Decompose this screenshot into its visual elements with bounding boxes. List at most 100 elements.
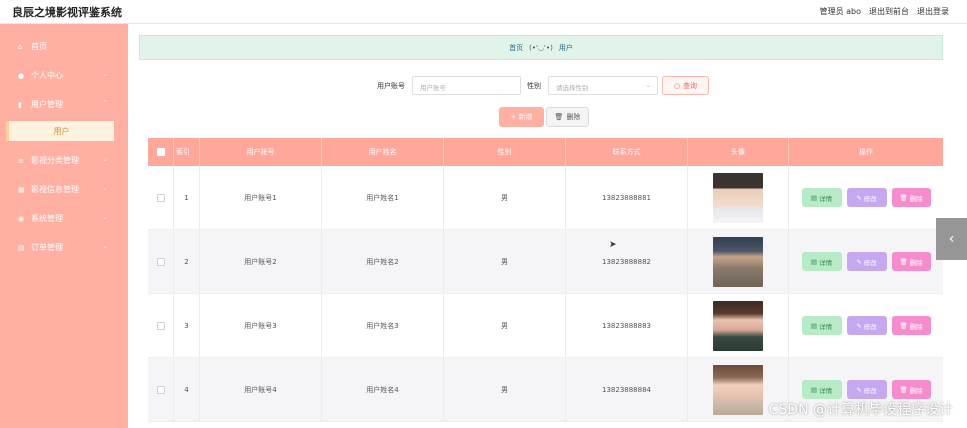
delete-label: 删除	[909, 322, 923, 331]
column-header-index[interactable]: 索引	[174, 138, 200, 166]
sidebar-item-orders[interactable]: ▤ 订单管理 ⌄	[0, 233, 128, 262]
delete-label: 删除	[909, 386, 923, 395]
table-header: 索引 用户账号 用户姓名 性别 联系方式 头像 操作	[148, 138, 943, 166]
delete-button[interactable]: 🗑 删除	[891, 252, 931, 271]
add-button-label: + 新增	[510, 113, 533, 121]
search-icon: ○	[673, 81, 681, 90]
column-header-gender[interactable]: 性别	[444, 138, 566, 166]
header-checkbox-cell	[148, 138, 174, 166]
cell-actions: ▤ 详情 ✎ 修改 🗑 删除	[789, 230, 943, 293]
cell-index: 3	[174, 294, 200, 357]
pencil-icon: ✎	[856, 193, 862, 202]
search-bar: 用户账号 用户账号 性别 请选择性别 ⌄ ○ 查询	[128, 74, 967, 96]
sidebar-item-system[interactable]: ◉ 系统管理 ⌄	[0, 204, 128, 233]
avatar[interactable]	[713, 172, 763, 223]
gender-select[interactable]: 请选择性别 ⌄	[548, 76, 658, 95]
detail-button[interactable]: ▤ 详情	[801, 188, 842, 207]
edit-label: 修改	[863, 258, 877, 267]
logout-link[interactable]: 退出登录	[917, 6, 949, 17]
edit-button[interactable]: ✎ 修改	[846, 380, 887, 399]
cell-phone: 13823888881	[566, 166, 688, 229]
sidebar-item-profile[interactable]: ● 个人中心 ⌄	[0, 61, 128, 90]
document-icon: ▤	[810, 385, 818, 394]
edit-button[interactable]: ✎ 修改	[846, 252, 887, 271]
pencil-icon: ✎	[856, 257, 862, 266]
location-icon: ◉	[18, 214, 25, 223]
delete-button[interactable]: 🗑 删除	[891, 188, 931, 207]
sidebar-item-movie-categories[interactable]: ≡ 影视分类管理 ⌄	[0, 146, 128, 175]
main-content: 首页 (•'◡'•) 用户 用户账号 用户账号 性别 请选择性别 ⌄ ○ 查询 …	[128, 24, 967, 428]
column-header-phone[interactable]: 联系方式	[566, 138, 688, 166]
delete-button[interactable]: 🗑 删除	[891, 316, 931, 335]
sidebar-item-label: 首页	[31, 42, 47, 51]
cell-avatar	[688, 294, 789, 357]
cell-phone: 13823888882	[566, 230, 688, 293]
detail-button[interactable]: ▤ 详情	[801, 252, 842, 271]
table-row: 1 用户账号1 用户姓名1 男 13823888881 ▤ 详情 ✎ 修改 🗑 删除	[148, 166, 943, 230]
search-button-label: 查询	[683, 81, 698, 90]
edit-label: 修改	[863, 386, 877, 395]
avatar[interactable]	[713, 364, 763, 415]
row-checkbox[interactable]	[156, 385, 165, 394]
cell-phone: 13823888883	[566, 294, 688, 357]
cell-actions: ▤ 详情 ✎ 修改 🗑 删除	[789, 294, 943, 357]
detail-button[interactable]: ▤ 详情	[801, 380, 842, 399]
edit-button[interactable]: ✎ 修改	[846, 316, 887, 335]
sidebar-item-home[interactable]: ⌂ 首页	[0, 32, 128, 61]
mouse-cursor-icon: ➤	[609, 240, 617, 250]
cell-index: 1	[174, 166, 200, 229]
bar-chart-icon: ▮	[18, 100, 22, 109]
trash-icon: 🗑	[899, 385, 908, 394]
gender-select-placeholder: 请选择性别	[556, 84, 589, 92]
sidebar-item-label: 个人中心	[31, 71, 63, 80]
column-header-account[interactable]: 用户账号	[200, 138, 322, 166]
breadcrumb-current: 用户	[558, 43, 573, 52]
sidebar-item-movie-info[interactable]: ▦ 影视信息管理 ⌄	[0, 175, 128, 204]
edit-button[interactable]: ✎ 修改	[846, 188, 887, 207]
column-header-avatar[interactable]: 头像	[688, 138, 789, 166]
column-header-actions: 操作	[859, 148, 873, 156]
row-checkbox[interactable]	[156, 193, 165, 202]
chevron-up-icon: ⌃	[102, 99, 108, 107]
cell-name: 用户姓名1	[322, 166, 444, 229]
document-icon: ▤	[810, 193, 818, 202]
chevron-down-icon: ⌄	[102, 155, 108, 163]
breadcrumb-face: (•'◡'•)	[529, 43, 553, 52]
delete-button[interactable]: 🗑 删除	[891, 380, 931, 399]
cell-gender: 男	[444, 294, 566, 357]
detail-label: 详情	[819, 194, 833, 203]
breadcrumb-home[interactable]: 首页	[509, 43, 523, 53]
sidebar-subitem-users[interactable]: 用户	[6, 121, 114, 141]
add-button[interactable]: + 新增	[499, 107, 544, 127]
avatar[interactable]	[713, 236, 763, 287]
app-title: 良辰之境影视评鉴系统	[12, 6, 122, 19]
sidebar-item-label: 影视分类管理	[31, 156, 79, 165]
go-front-link[interactable]: 退出到前台	[869, 6, 909, 17]
sidebar: ⌂ 首页 ● 个人中心 ⌄ ▮ 用户管理 ⌃ 用户 ≡ 影视分类管理 ⌄ ▦ 影…	[0, 24, 128, 428]
cell-account: 用户账号3	[200, 294, 322, 357]
search-button[interactable]: ○ 查询	[662, 76, 709, 95]
top-right-links: 管理员 abo 退出到前台 退出登录	[820, 6, 949, 17]
cell-gender: 男	[444, 358, 566, 421]
column-header-name[interactable]: 用户姓名	[322, 138, 444, 166]
row-checkbox-cell	[148, 358, 174, 421]
document-icon: ▤	[810, 321, 818, 330]
detail-button[interactable]: ▤ 详情	[801, 316, 842, 335]
batch-delete-button[interactable]: 🗑 删除	[546, 107, 589, 127]
trash-icon: 🗑	[899, 257, 908, 266]
account-input[interactable]: 用户账号	[412, 76, 521, 95]
side-collapse-tab[interactable]: ‹	[936, 218, 967, 260]
chevron-left-icon: ‹	[948, 231, 955, 247]
person-icon: ●	[18, 71, 25, 80]
avatar[interactable]	[713, 300, 763, 351]
row-checkbox[interactable]	[156, 321, 165, 330]
batch-delete-label: 删除	[566, 113, 581, 121]
row-checkbox-cell	[148, 294, 174, 357]
chevron-down-icon: ⌄	[102, 242, 108, 250]
row-checkbox[interactable]	[156, 257, 165, 266]
sidebar-item-label: 影视信息管理	[31, 185, 79, 194]
grid-icon: ▦	[18, 185, 25, 194]
sidebar-item-users[interactable]: ▮ 用户管理 ⌃	[0, 90, 128, 119]
chevron-down-icon: ⌄	[102, 70, 108, 78]
select-all-checkbox[interactable]	[156, 148, 165, 156]
